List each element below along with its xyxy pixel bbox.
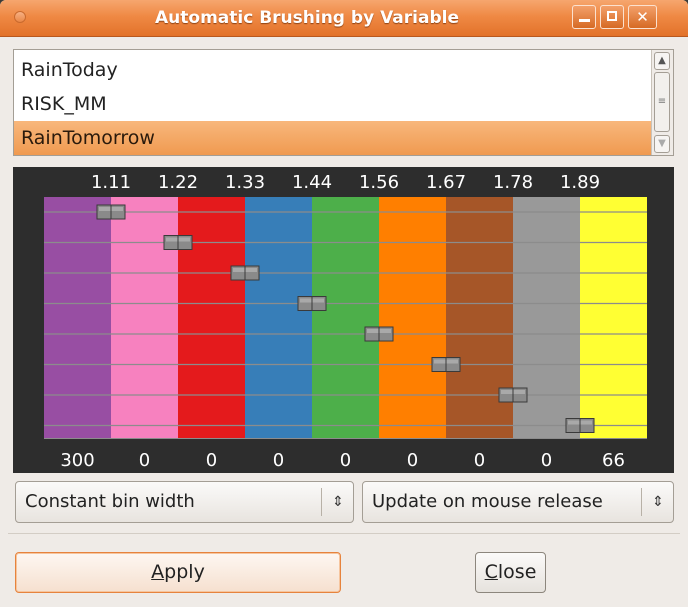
apply-label: pply xyxy=(164,561,205,583)
breakpoint-label: 1.78 xyxy=(492,172,534,193)
brushing-widget[interactable]: 1.11 1.22 1.33 1.44 1.56 1.67 1.78 1.89 300 0 0 0 0… xyxy=(13,167,674,473)
list-item[interactable]: RainToday xyxy=(14,53,654,87)
bin-count-label: 0 xyxy=(138,450,151,471)
bin-count-label: 300 xyxy=(60,450,95,471)
combo-divider xyxy=(321,488,322,516)
color-bin xyxy=(379,197,446,439)
minimize-button[interactable] xyxy=(572,5,596,29)
breakpoint-label: 1.33 xyxy=(224,172,266,193)
close-label: lose xyxy=(497,561,537,583)
bin-count-label: 66 xyxy=(602,450,625,471)
close-button[interactable]: Close xyxy=(475,552,546,593)
breakpoint-label: 1.44 xyxy=(291,172,333,193)
breakpoint-handle[interactable] xyxy=(565,418,595,433)
breakpoint-label: 1.67 xyxy=(425,172,467,193)
binning-mode-select[interactable]: Constant bin width ⇕ xyxy=(15,481,354,523)
update-mode-select[interactable]: Update on mouse release ⇕ xyxy=(362,481,674,523)
close-icon: ✕ xyxy=(636,8,649,26)
breakpoint-label: 1.56 xyxy=(358,172,400,193)
list-item[interactable]: RISK_MM xyxy=(14,87,654,121)
close-mnemonic: C xyxy=(484,561,498,583)
bin-count-label: 0 xyxy=(473,450,486,471)
dialog-window: Automatic Brushing by Variable ✕ RainTod… xyxy=(0,0,688,607)
color-bin xyxy=(44,197,111,439)
update-mode-value: Update on mouse release xyxy=(372,491,603,512)
bin-count-label: 0 xyxy=(406,450,419,471)
combo-divider xyxy=(641,488,642,516)
breakpoint-handle[interactable] xyxy=(230,265,260,281)
updown-arrow-icon: ⇕ xyxy=(652,494,664,510)
bin-count-label: 0 xyxy=(272,450,285,471)
maximize-button[interactable] xyxy=(600,5,624,29)
close-window-button[interactable]: ✕ xyxy=(628,5,657,29)
updown-arrow-icon: ⇕ xyxy=(332,494,344,510)
apply-button[interactable]: Apply xyxy=(15,552,341,593)
color-bin xyxy=(111,197,178,439)
color-bin xyxy=(312,197,379,439)
breakpoint-handle[interactable] xyxy=(163,235,193,250)
breakpoint-label: 1.11 xyxy=(90,172,132,193)
color-bin xyxy=(580,197,647,439)
list-scrollbar[interactable]: ▲ ≡ ▼ xyxy=(651,50,673,155)
minimize-icon xyxy=(579,19,590,22)
breakpoint-label: 1.89 xyxy=(559,172,601,193)
breakpoint-label: 1.22 xyxy=(157,172,199,193)
color-bins-plot[interactable] xyxy=(13,167,674,473)
window-title: Automatic Brushing by Variable xyxy=(155,8,459,28)
apply-mnemonic: A xyxy=(151,561,165,583)
breakpoint-handle[interactable] xyxy=(364,326,394,342)
title-bar[interactable]: Automatic Brushing by Variable ✕ xyxy=(0,0,688,37)
scroll-up-button[interactable]: ▲ xyxy=(654,52,670,70)
variable-list[interactable]: RainToday RISK_MM RainTomorrow ▲ ≡ ▼ xyxy=(13,49,674,156)
button-divider xyxy=(8,533,680,534)
breakpoint-handle[interactable] xyxy=(431,357,461,372)
binning-mode-value: Constant bin width xyxy=(25,491,195,512)
color-bin xyxy=(178,197,245,439)
bin-count-label: 0 xyxy=(205,450,218,471)
list-item-selected[interactable]: RainTomorrow xyxy=(14,121,654,155)
breakpoint-handle[interactable] xyxy=(96,204,126,220)
bin-count-label: 0 xyxy=(339,450,352,471)
breakpoint-handle[interactable] xyxy=(297,296,327,311)
scroll-thumb[interactable]: ≡ xyxy=(654,72,670,132)
scroll-down-button[interactable]: ▼ xyxy=(654,135,670,153)
breakpoint-handle[interactable] xyxy=(498,387,528,403)
color-bin xyxy=(513,197,580,439)
color-bin xyxy=(446,197,513,439)
color-bin xyxy=(245,197,312,439)
bin-count-label: 0 xyxy=(540,450,553,471)
maximize-icon xyxy=(607,11,617,21)
